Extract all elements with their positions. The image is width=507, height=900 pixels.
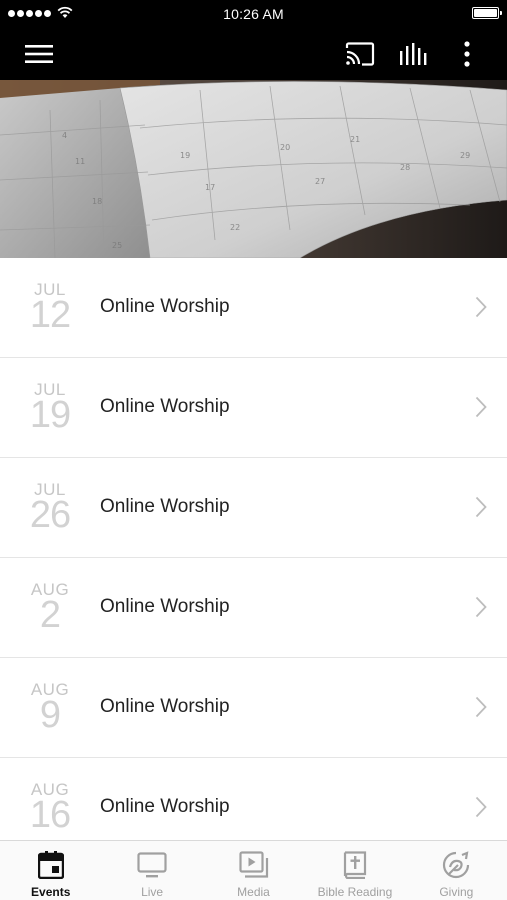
chevron-right-icon (475, 596, 487, 618)
svg-text:18: 18 (92, 197, 102, 206)
chevron-right-icon (475, 796, 487, 818)
bible-icon (343, 851, 367, 879)
status-time: 10:26 AM (223, 6, 284, 22)
svg-text:29: 29 (460, 151, 470, 160)
tv-icon (137, 852, 167, 878)
tab-label: Events (31, 885, 71, 899)
svg-text:25: 25 (112, 241, 122, 250)
tab-bible-reading[interactable]: Bible Reading (304, 841, 405, 900)
event-title: Online Worship (100, 696, 230, 717)
stats-icon (400, 43, 427, 65)
event-row[interactable]: JUL 19 Online Worship (0, 358, 507, 458)
app-bar (0, 28, 507, 80)
tab-live[interactable]: Live (101, 841, 202, 900)
chevron-right-icon (475, 496, 487, 518)
event-row[interactable]: AUG 9 Online Worship (0, 658, 507, 758)
event-day: 26 (29, 494, 71, 536)
event-row[interactable]: JUL 12 Online Worship (0, 258, 507, 358)
event-row[interactable]: AUG 2 Online Worship (0, 558, 507, 658)
event-title: Online Worship (100, 596, 230, 617)
chevron-right-icon (475, 296, 487, 318)
svg-text:27: 27 (315, 177, 325, 186)
event-day: 19 (29, 394, 71, 436)
chevron-right-icon (475, 696, 487, 718)
stats-button[interactable] (394, 28, 434, 80)
svg-text:22: 22 (230, 223, 240, 232)
calendar-photo: 4 11 18 25 19 17 22 20 27 21 28 29 (0, 80, 507, 258)
more-options-button[interactable] (452, 28, 482, 80)
tab-giving[interactable]: Giving (406, 841, 507, 900)
cast-icon (345, 42, 375, 66)
battery-icon (472, 7, 502, 19)
tab-label: Bible Reading (317, 885, 393, 899)
tab-label: Live (141, 885, 164, 899)
event-day: 9 (39, 694, 61, 736)
tab-label: Media (237, 885, 270, 899)
event-day: 12 (29, 294, 71, 336)
event-list: JUL 12 Online Worship JUL 19 Online Wors… (0, 258, 507, 840)
media-icon (238, 851, 268, 878)
status-bar: 10:26 AM (0, 0, 507, 28)
svg-text:11: 11 (75, 157, 85, 166)
event-day: 16 (29, 794, 71, 836)
svg-text:21: 21 (350, 135, 360, 144)
event-day: 2 (39, 594, 61, 636)
svg-text:17: 17 (205, 183, 215, 192)
svg-text:19: 19 (180, 151, 190, 160)
tab-events[interactable]: Events (0, 841, 101, 900)
giving-icon (443, 851, 470, 879)
menu-icon (25, 45, 53, 63)
bottom-tab-bar: Events Live Media Bible Reading Giving (0, 840, 507, 900)
svg-text:20: 20 (280, 143, 290, 152)
event-row[interactable]: AUG 16 Online Worship (0, 758, 507, 840)
svg-text:4: 4 (62, 131, 67, 140)
event-title: Online Worship (100, 496, 230, 517)
event-title: Online Worship (100, 396, 230, 417)
hero-banner-image: 4 11 18 25 19 17 22 20 27 21 28 29 (0, 80, 507, 258)
tab-media[interactable]: Media (203, 841, 304, 900)
calendar-icon (37, 851, 64, 879)
event-row[interactable]: JUL 26 Online Worship (0, 458, 507, 558)
menu-button[interactable] (20, 28, 58, 80)
svg-text:28: 28 (400, 163, 410, 172)
tab-label: Giving (439, 885, 474, 899)
more-vertical-icon (464, 41, 470, 67)
event-title: Online Worship (100, 796, 230, 817)
event-title: Online Worship (100, 296, 230, 317)
chevron-right-icon (475, 396, 487, 418)
cast-button[interactable] (340, 28, 380, 80)
